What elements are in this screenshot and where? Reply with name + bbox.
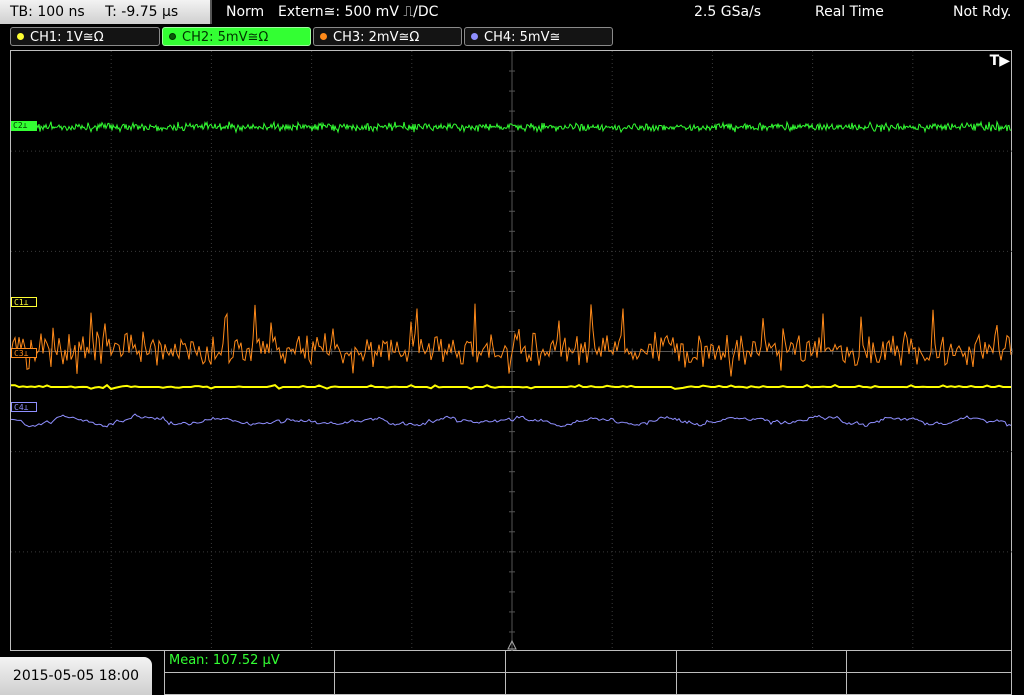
- ch3-label: CH3: 2mV≅Ω: [333, 30, 420, 45]
- channel-bar: CH1: 1V≅Ω CH2: 5mV≅Ω CH3: 2mV≅Ω CH4: 5mV…: [0, 26, 1024, 48]
- ch4-trace: [11, 413, 1012, 428]
- ch4-reference-label[interactable]: C4⊥: [11, 402, 37, 412]
- trigger-mode[interactable]: Norm: [226, 0, 264, 24]
- measurement-cell[interactable]: [506, 651, 677, 673]
- ch2-trace: [11, 119, 1012, 134]
- acquisition-status: Not Rdy.: [953, 4, 1012, 20]
- waveform-canvas[interactable]: [11, 51, 1013, 652]
- ch4-label: CH4: 5mV≅: [484, 30, 561, 45]
- channel-tab-ch4[interactable]: CH4: 5mV≅: [464, 27, 613, 46]
- ch3-trace: [11, 303, 1012, 377]
- channel-tab-ch3[interactable]: CH3: 2mV≅Ω: [313, 27, 462, 46]
- measurement-cell[interactable]: [165, 673, 335, 695]
- trigger-level-marker: T▶: [989, 53, 1010, 69]
- trigger-source[interactable]: Extern≅: 500 mV ⎍/DC: [278, 0, 438, 24]
- timebase-value: TB: 100 ns: [10, 4, 85, 20]
- measurement-cell[interactable]: [335, 673, 506, 695]
- ch4-color-icon: [471, 33, 478, 40]
- measurement-cell[interactable]: [335, 651, 506, 673]
- acquisition-mode[interactable]: Real Time: [815, 0, 884, 24]
- ch1-trace: [11, 383, 1011, 391]
- waveform-display[interactable]: [10, 50, 1013, 652]
- ch2-reference-label[interactable]: C2⊥: [11, 121, 37, 131]
- trigger-time-value: T: -9.75 µs: [105, 4, 179, 20]
- ch3-reference-label[interactable]: C3⊥: [11, 348, 37, 358]
- mean-measurement: Mean: 107.52 µV: [169, 653, 280, 668]
- measurement-cell[interactable]: [677, 673, 847, 695]
- ch3-color-icon: [320, 33, 327, 40]
- channel-tab-ch2[interactable]: CH2: 5mV≅Ω: [162, 27, 311, 46]
- status-bar: TB: 100 ns T: -9.75 µs Norm Extern≅: 500…: [0, 0, 1024, 24]
- footer: 2015-05-05 18:00 Mean: 107.52 µV: [0, 651, 1024, 695]
- channel-tab-ch1[interactable]: CH1: 1V≅Ω: [10, 27, 160, 46]
- ch2-label: CH2: 5mV≅Ω: [182, 30, 269, 45]
- measurement-cell[interactable]: Mean: 107.52 µV: [165, 651, 335, 673]
- measurement-cell[interactable]: [506, 673, 677, 695]
- sample-rate[interactable]: 2.5 GSa/s: [694, 0, 761, 24]
- measurement-cell[interactable]: [847, 651, 1011, 673]
- date-time: 2015-05-05 18:00: [0, 657, 152, 695]
- ch1-reference-label[interactable]: C1⊥: [11, 297, 37, 307]
- ch2-color-icon: [169, 33, 176, 40]
- ch1-color-icon: [17, 33, 24, 40]
- measurement-table: Mean: 107.52 µV: [164, 651, 1012, 695]
- measurement-cell[interactable]: [677, 651, 847, 673]
- timebase-panel[interactable]: TB: 100 ns T: -9.75 µs: [0, 0, 212, 24]
- measurement-cell[interactable]: [847, 673, 1011, 695]
- ch1-label: CH1: 1V≅Ω: [30, 30, 104, 45]
